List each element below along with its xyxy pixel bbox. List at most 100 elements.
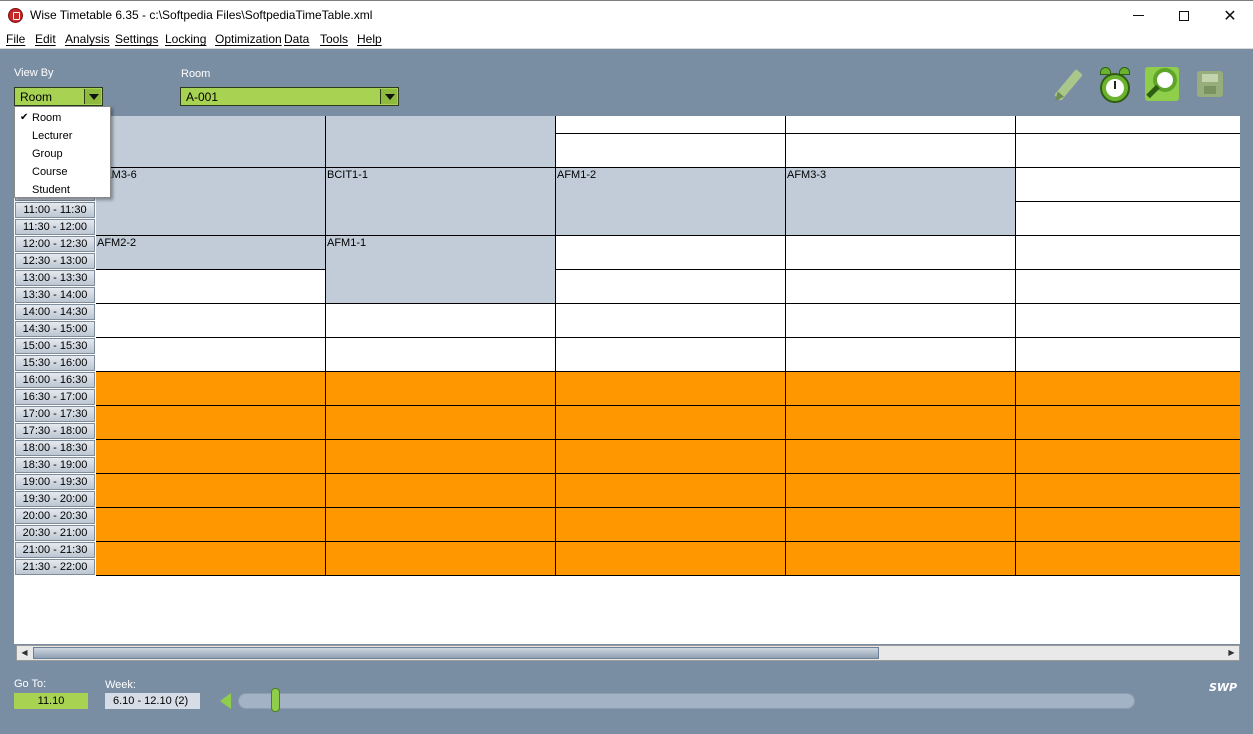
unavailable-slot[interactable] (786, 440, 1016, 474)
scrollbar-thumb[interactable] (33, 647, 879, 659)
unavailable-slot[interactable] (1016, 542, 1240, 576)
free-slot[interactable] (786, 134, 1016, 168)
unavailable-slot[interactable] (556, 542, 786, 576)
free-slot[interactable] (786, 116, 1016, 134)
lesson-block[interactable]: AFM1-2 (556, 168, 786, 236)
unavailable-slot[interactable] (326, 372, 556, 406)
unavailable-slot[interactable] (1016, 372, 1240, 406)
unavailable-slot[interactable] (786, 508, 1016, 542)
lesson-block[interactable]: BAM3-6 (96, 168, 326, 236)
week-slider-track[interactable] (238, 693, 1135, 709)
search-icon[interactable] (1144, 66, 1180, 104)
free-slot[interactable] (1016, 304, 1240, 338)
unavailable-slot[interactable] (326, 474, 556, 508)
unavailable-slot[interactable] (786, 474, 1016, 508)
unavailable-slot[interactable] (96, 440, 326, 474)
menu-help[interactable]: Help (357, 32, 382, 46)
scroll-left-icon[interactable]: ◀ (17, 646, 32, 660)
free-slot[interactable] (1016, 116, 1240, 134)
menu-edit[interactable]: Edit (35, 32, 56, 46)
lesson-block[interactable]: BCIT1-1 (326, 168, 556, 236)
unavailable-slot[interactable] (556, 372, 786, 406)
unavailable-slot[interactable] (96, 406, 326, 440)
free-slot[interactable] (96, 304, 326, 338)
goto-input[interactable]: 11.10 (14, 693, 88, 709)
menu-analysis[interactable]: Analysis (65, 32, 110, 46)
view-by-option-room[interactable]: ✔ Room (15, 109, 110, 127)
menu-file[interactable]: File (6, 32, 25, 46)
free-slot[interactable] (1016, 270, 1240, 304)
alarm-clock-icon[interactable] (1097, 66, 1133, 104)
free-slot[interactable] (556, 236, 786, 270)
lesson-block[interactable]: BAM2-4 (326, 116, 556, 168)
view-by-option-group[interactable]: Group (15, 145, 110, 163)
unavailable-slot[interactable] (1016, 474, 1240, 508)
free-slot[interactable] (786, 236, 1016, 270)
unavailable-slot[interactable] (1016, 406, 1240, 440)
lesson-block[interactable]: AFM3-3 (786, 168, 1016, 236)
room-select[interactable]: A-001 (180, 87, 399, 106)
free-slot[interactable] (786, 338, 1016, 372)
view-by-option-course[interactable]: Course (15, 163, 110, 181)
time-slot-label: 15:00 - 15:30 (15, 338, 95, 354)
horizontal-scrollbar[interactable]: ◀ ▶ (16, 645, 1240, 661)
lesson-block[interactable]: AFM2-2 (96, 236, 326, 270)
free-slot[interactable] (556, 338, 786, 372)
unavailable-slot[interactable] (556, 440, 786, 474)
view-by-option-lecturer[interactable]: Lecturer (15, 127, 110, 145)
unavailable-slot[interactable] (1016, 440, 1240, 474)
unavailable-slot[interactable] (786, 406, 1016, 440)
minimize-button[interactable] (1115, 1, 1161, 30)
time-slot-label: 14:30 - 15:00 (15, 321, 95, 337)
menu-tools[interactable]: Tools (320, 32, 348, 46)
maximize-button[interactable] (1161, 1, 1207, 30)
free-slot[interactable] (1016, 202, 1240, 236)
free-slot[interactable] (326, 304, 556, 338)
free-slot[interactable] (1016, 168, 1240, 202)
view-by-select[interactable]: Room (14, 87, 103, 106)
unavailable-slot[interactable] (786, 372, 1016, 406)
previous-week-icon[interactable] (220, 693, 231, 709)
unavailable-slot[interactable] (96, 474, 326, 508)
free-slot[interactable] (96, 338, 326, 372)
lesson-block[interactable]: BAM3-2 (96, 116, 326, 168)
unavailable-slot[interactable] (1016, 508, 1240, 542)
unavailable-slot[interactable] (326, 508, 556, 542)
scroll-right-icon[interactable]: ▶ (1224, 646, 1239, 660)
time-slot-label: 19:00 - 19:30 (15, 474, 95, 490)
unavailable-slot[interactable] (786, 542, 1016, 576)
pencil-icon[interactable] (1050, 66, 1086, 104)
unavailable-slot[interactable] (556, 406, 786, 440)
chevron-down-icon[interactable] (84, 89, 101, 104)
unavailable-slot[interactable] (556, 474, 786, 508)
lesson-block[interactable]: AFM1-1 (326, 236, 556, 304)
free-slot[interactable] (556, 304, 786, 338)
menu-data[interactable]: Data (284, 32, 309, 46)
view-by-option-student[interactable]: Student (15, 181, 110, 199)
menu-settings[interactable]: Settings (115, 32, 158, 46)
free-slot[interactable] (556, 134, 786, 168)
lesson-label: AFM1-2 (557, 169, 597, 181)
unavailable-slot[interactable] (326, 406, 556, 440)
free-slot[interactable] (556, 270, 786, 304)
free-slot[interactable] (786, 304, 1016, 338)
free-slot[interactable] (786, 270, 1016, 304)
unavailable-slot[interactable] (96, 508, 326, 542)
free-slot[interactable] (326, 338, 556, 372)
save-icon[interactable] (1192, 66, 1228, 104)
free-slot[interactable] (556, 116, 786, 134)
unavailable-slot[interactable] (96, 542, 326, 576)
menu-optimization[interactable]: Optimization (215, 32, 282, 46)
unavailable-slot[interactable] (96, 372, 326, 406)
free-slot[interactable] (96, 270, 326, 304)
free-slot[interactable] (1016, 236, 1240, 270)
unavailable-slot[interactable] (556, 508, 786, 542)
menu-locking[interactable]: Locking (165, 32, 206, 46)
chevron-down-icon[interactable] (380, 89, 397, 104)
close-button[interactable]: ✕ (1207, 1, 1253, 30)
week-slider-thumb[interactable] (270, 688, 280, 712)
free-slot[interactable] (1016, 134, 1240, 168)
free-slot[interactable] (1016, 338, 1240, 372)
unavailable-slot[interactable] (326, 440, 556, 474)
unavailable-slot[interactable] (326, 542, 556, 576)
